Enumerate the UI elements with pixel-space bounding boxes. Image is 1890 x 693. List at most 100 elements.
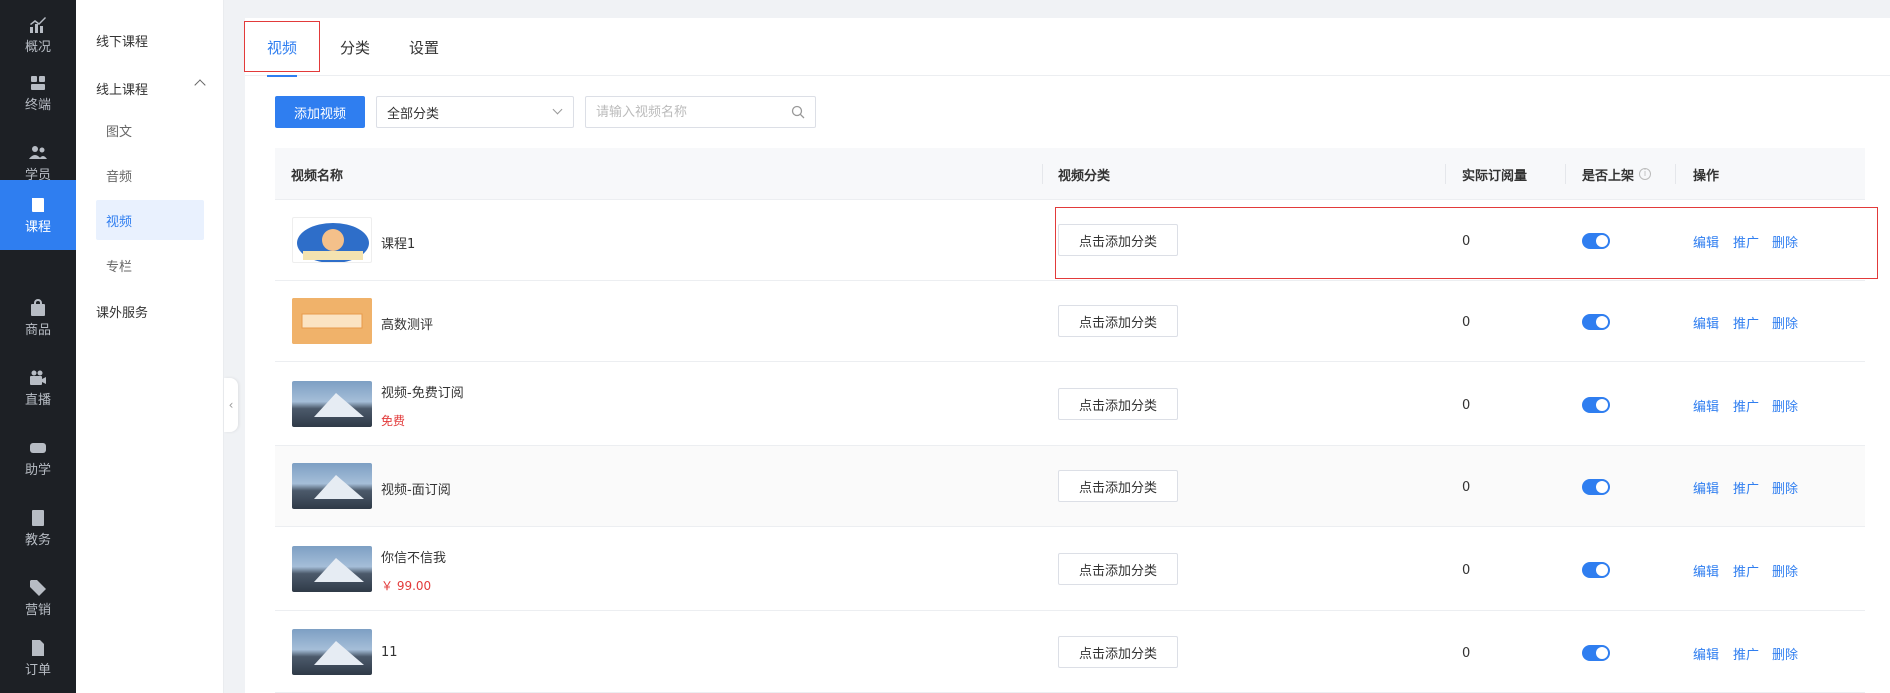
- rail-label: 订单: [24, 662, 51, 678]
- rail-item-tutoring[interactable]: 助学: [0, 423, 76, 493]
- chevron-down-icon: [552, 104, 563, 115]
- delete-link[interactable]: 删除: [1772, 313, 1798, 332]
- search-icon[interactable]: [791, 105, 805, 119]
- rail-item-terminal[interactable]: 终端: [0, 58, 76, 128]
- table-header: 视频名称 视频分类 实际订阅量 是否上架 i 操作: [275, 148, 1865, 200]
- rail-label: 营销: [24, 602, 51, 618]
- table-row: 视频-免费订阅 免费 点击添加分类 0 编辑 推广 删除: [275, 362, 1865, 446]
- on-shelf-toggle[interactable]: [1582, 314, 1610, 330]
- video-name: 课程1: [381, 237, 416, 252]
- book-icon: [28, 195, 48, 215]
- video-name: 你信不信我: [381, 551, 447, 566]
- subscriber-count: 0: [1462, 480, 1471, 495]
- subscriber-count: 0: [1462, 315, 1471, 330]
- promote-link[interactable]: 推广: [1733, 561, 1759, 580]
- promote-link[interactable]: 推广: [1733, 644, 1759, 663]
- on-shelf-toggle[interactable]: [1582, 562, 1610, 578]
- add-category-button[interactable]: 点击添加分类: [1058, 224, 1178, 256]
- edit-link[interactable]: 编辑: [1693, 232, 1719, 251]
- rail-item-live[interactable]: 直播: [0, 353, 76, 423]
- rail-label: 教务: [24, 532, 51, 548]
- rail-label: 概况: [24, 39, 51, 55]
- add-category-button[interactable]: 点击添加分类: [1058, 470, 1178, 502]
- edit-link[interactable]: 编辑: [1693, 478, 1719, 497]
- submenu-audio[interactable]: 音频: [76, 153, 224, 197]
- on-shelf-toggle[interactable]: [1582, 645, 1610, 661]
- add-category-button[interactable]: 点击添加分类: [1058, 636, 1178, 668]
- tab-video[interactable]: 视频: [267, 18, 298, 77]
- table-row: 你信不信我 ￥ 99.00 点击添加分类 0 编辑 推广 删除: [275, 527, 1865, 611]
- tag-icon: [28, 578, 48, 598]
- delete-link[interactable]: 删除: [1772, 644, 1798, 663]
- add-category-button[interactable]: 点击添加分类: [1058, 553, 1178, 585]
- rail-item-courses[interactable]: 课程: [0, 180, 76, 250]
- rail-item-goods[interactable]: 商品: [0, 283, 76, 353]
- tab-category[interactable]: 分类: [340, 18, 370, 76]
- search-box: [585, 96, 816, 128]
- subscriber-count: 0: [1462, 398, 1471, 413]
- on-shelf-toggle[interactable]: [1582, 397, 1610, 413]
- tab-settings[interactable]: 设置: [409, 18, 439, 76]
- video-price: 免费: [381, 414, 406, 428]
- delete-link[interactable]: 删除: [1772, 561, 1798, 580]
- video-camera-icon: [28, 368, 48, 388]
- rail-item-academic[interactable]: 教务: [0, 493, 76, 563]
- add-category-button[interactable]: 点击添加分类: [1058, 388, 1178, 420]
- video-thumbnail: [292, 298, 372, 344]
- on-shelf-toggle[interactable]: [1582, 479, 1610, 495]
- rail-label: 直播: [24, 392, 51, 408]
- search-input[interactable]: [586, 97, 781, 127]
- notebook-icon: [28, 508, 48, 528]
- subscriber-count: 0: [1462, 563, 1471, 578]
- col-header-actions: 操作: [1693, 168, 1720, 184]
- table-row: 11 点击添加分类 0 编辑 推广 删除: [275, 611, 1865, 693]
- category-filter-select[interactable]: 全部分类: [376, 96, 574, 128]
- bag-icon: [28, 298, 48, 318]
- store-icon: [28, 73, 48, 93]
- delete-link[interactable]: 删除: [1772, 478, 1798, 497]
- submenu-offline-courses[interactable]: 线下课程: [76, 18, 224, 62]
- rail-item-orders[interactable]: 订单: [0, 623, 76, 693]
- primary-rail: 概况 终端 学员 课程 商品 直播 助学 教务 营销 订单: [0, 0, 76, 693]
- subscriber-count: 0: [1462, 234, 1471, 249]
- edit-link[interactable]: 编辑: [1693, 396, 1719, 415]
- table-row: 视频-面订阅 点击添加分类 0 编辑 推广 删除: [275, 446, 1865, 527]
- edit-link[interactable]: 编辑: [1693, 561, 1719, 580]
- secondary-menu: 线下课程 线上课程 图文 音频 视频 专栏 课外服务: [76, 0, 224, 693]
- col-header-name: 视频名称: [291, 168, 344, 184]
- col-header-subscribers: 实际订阅量: [1462, 168, 1528, 184]
- collapse-sidebar-handle[interactable]: ‹: [224, 378, 238, 432]
- add-video-button[interactable]: 添加视频: [275, 96, 365, 128]
- promote-link[interactable]: 推广: [1733, 313, 1759, 332]
- gamepad-icon: [28, 438, 48, 458]
- info-icon[interactable]: i: [1639, 168, 1652, 180]
- rail-label: 课程: [24, 219, 51, 235]
- submenu-video[interactable]: 视频: [96, 200, 204, 240]
- video-thumbnail: [292, 629, 372, 675]
- delete-link[interactable]: 删除: [1772, 396, 1798, 415]
- promote-link[interactable]: 推广: [1733, 478, 1759, 497]
- delete-link[interactable]: 删除: [1772, 232, 1798, 251]
- video-name: 视频-免费订阅: [381, 386, 464, 401]
- col-header-on-shelf: 是否上架 i: [1582, 148, 1652, 200]
- edit-link[interactable]: 编辑: [1693, 644, 1719, 663]
- chevron-left-icon: ‹: [228, 398, 234, 412]
- on-shelf-toggle[interactable]: [1582, 233, 1610, 249]
- users-icon: [28, 143, 48, 163]
- video-thumbnail: [292, 463, 372, 509]
- add-category-button[interactable]: 点击添加分类: [1058, 305, 1178, 337]
- video-name: 11: [381, 645, 398, 660]
- document-icon: [28, 638, 48, 658]
- table-row: 高数测评 点击添加分类 0 编辑 推广 删除: [275, 281, 1865, 362]
- chevron-up-icon: [194, 79, 206, 91]
- promote-link[interactable]: 推广: [1733, 232, 1759, 251]
- app-root: 概况 终端 学员 课程 商品 直播 助学 教务 营销 订单 线下课程 线上课程 …: [0, 0, 1890, 693]
- promote-link[interactable]: 推广: [1733, 396, 1759, 415]
- edit-link[interactable]: 编辑: [1693, 313, 1719, 332]
- col-header-category: 视频分类: [1058, 168, 1111, 184]
- submenu-online-courses[interactable]: 线上课程: [76, 66, 224, 110]
- submenu-column[interactable]: 专栏: [76, 243, 224, 287]
- tab-bar: 视频 分类 设置: [244, 18, 1890, 77]
- submenu-extracurricular[interactable]: 课外服务: [76, 289, 224, 333]
- submenu-graphic-text[interactable]: 图文: [76, 108, 224, 152]
